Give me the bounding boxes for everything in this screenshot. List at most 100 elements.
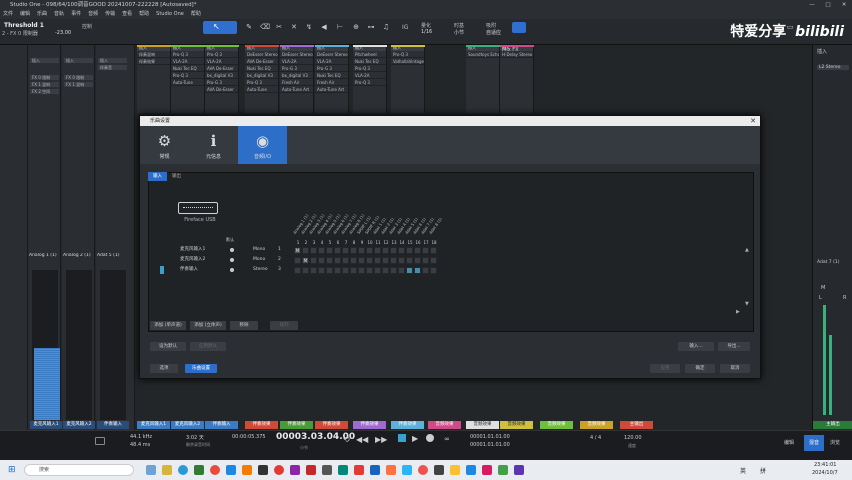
tab-meta-info[interactable]: ℹ 元信息 [189,126,238,164]
ime-mode[interactable]: 拼 [760,466,766,475]
routing-cell[interactable] [310,257,317,264]
apply-default-button[interactable]: 应用默认 [190,342,226,351]
song-setup-button[interactable]: 乐曲设置 [185,364,217,373]
insert-slot[interactable]: AVA De-Esser [205,86,238,93]
insert-slot[interactable]: DeEsser Stereo [245,51,278,58]
insert-slot[interactable]: Nuki Tec EQ [315,72,348,79]
right-stereo-slot[interactable]: L2 Stereo [817,65,849,70]
routing-cell[interactable] [326,257,333,264]
routing-cell[interactable] [398,247,405,254]
insert-slot[interactable]: VLA-2A [353,72,386,79]
insert-slot[interactable]: Pro-Q 3 [353,65,386,72]
insert-slot[interactable]: Auto-Tune Art [315,86,348,93]
snap-select[interactable]: 自适应 [486,29,501,39]
headphones-icon[interactable]: ♫ [382,23,390,31]
close-window-button[interactable]: ✕ [836,0,852,10]
minimize-button[interactable]: — [804,0,820,10]
routing-cell[interactable] [406,267,413,274]
mute-icon[interactable]: ✕ [290,23,298,31]
default-radio[interactable] [230,268,234,272]
insert-slot[interactable]: Pro-G 3 [205,79,238,86]
routing-cell[interactable] [398,257,405,264]
insert-slot[interactable]: VLA-2A [205,58,238,65]
insert-slot[interactable]: FX 1 混响 [30,82,59,87]
insert-slot[interactable]: Auto-Tune [171,79,204,86]
loop-toggle-icon[interactable]: ∞ [444,435,450,443]
insert-slot[interactable]: Auto-Tune [245,86,278,93]
app-icon[interactable] [322,465,332,475]
listen-icon[interactable]: ◀ [320,23,328,31]
default-radio[interactable] [230,258,234,262]
insert-slot[interactable]: VLA-2A [315,58,348,65]
routing-cell[interactable] [382,267,389,274]
scroll-up-icon[interactable]: ▲ [745,247,749,253]
edit-view-button[interactable]: 编辑 [784,439,794,446]
app-icon[interactable] [466,465,476,475]
insert-slot[interactable]: Pro-Q 3 [245,79,278,86]
menu-file[interactable]: 文件 [3,10,13,19]
app-icon[interactable] [434,465,444,475]
insert-slot[interactable]: Nuki Tec EQ [171,65,204,72]
routing-cell[interactable] [318,257,325,264]
routing-cell[interactable] [414,267,421,274]
menu-studio-one[interactable]: Studio One [156,10,184,19]
menu-track[interactable]: 音轨 [54,10,64,19]
insert-slot[interactable]: Pitchwheel [353,51,386,58]
insert-slot[interactable]: Soundtoys Echo [466,51,499,58]
insert-slot[interactable]: bx_digital V3 [245,72,278,79]
routing-cell[interactable] [342,267,349,274]
record-button[interactable] [426,434,434,442]
app-icon[interactable] [306,465,316,475]
insert-slot[interactable]: Pro-G 3 [315,65,348,72]
app-icon[interactable] [258,465,268,475]
apply-button[interactable]: 应用 [650,364,680,373]
row-channel-name[interactable]: 麦克风输入1 [180,246,205,254]
insert-slot[interactable]: 伴奏音 [98,65,127,70]
tab-general[interactable]: ⚙ 常规 [140,126,189,164]
insert-slot[interactable]: Pro-Q 3 [205,51,238,58]
edge-icon[interactable] [178,465,188,475]
insert-slot[interactable]: Fresh Air [280,79,313,86]
routing-cell[interactable] [310,247,317,254]
routing-cell[interactable] [366,267,373,274]
row-channel-name[interactable]: 伴奏输入 [180,266,198,274]
routing-cell[interactable] [318,247,325,254]
insert-slot[interactable]: Pro-Q 3 [353,79,386,86]
insert-slot[interactable]: VLA-2A [280,58,313,65]
routing-cell[interactable] [374,267,381,274]
insert-slot[interactable]: 插入 [64,58,93,63]
arrow-tool-button[interactable]: ↖ [203,21,237,34]
app-icon[interactable] [354,465,364,475]
loop-icon[interactable]: ⟲ [343,435,350,444]
routing-cell[interactable] [382,247,389,254]
routing-cell[interactable] [390,247,397,254]
arrange-button[interactable]: 排列 [270,321,298,330]
routing-cell[interactable] [366,247,373,254]
routing-cell[interactable] [398,267,405,274]
routing-cell[interactable] [414,247,421,254]
insert-slot[interactable]: Pro-Q 3 [171,72,204,79]
remove-button[interactable]: 移除 [230,321,258,330]
add-mono-button[interactable]: 添加 (单声道) [150,321,186,330]
routing-cell[interactable] [406,257,413,264]
mix-view-button[interactable]: 混音 [804,435,824,451]
app-icon[interactable] [498,465,508,475]
tempo-value[interactable]: 120.00 [624,435,642,441]
control-value[interactable]: -23.00 [55,30,71,40]
app-icon[interactable] [402,465,412,475]
routing-cell[interactable] [382,257,389,264]
routing-cell[interactable] [334,267,341,274]
insert-slot[interactable]: FX 1 混响 [64,82,93,87]
app-icon[interactable] [226,465,236,475]
task-view-icon[interactable] [146,465,156,475]
app-icon[interactable] [514,465,524,475]
zoom-icon[interactable]: ⊕ [352,23,360,31]
insert-slot[interactable]: bx_digital V3 [280,72,313,79]
routing-cell[interactable] [310,267,317,274]
app-icon[interactable] [338,465,348,475]
bend-icon[interactable]: ↯ [305,23,313,31]
link-icon[interactable]: ⊶ [367,23,375,31]
pencil-icon[interactable]: ✎ [245,23,253,31]
insert-slot[interactable]: FX 2 空间 [30,89,59,94]
routing-cell[interactable] [422,257,429,264]
